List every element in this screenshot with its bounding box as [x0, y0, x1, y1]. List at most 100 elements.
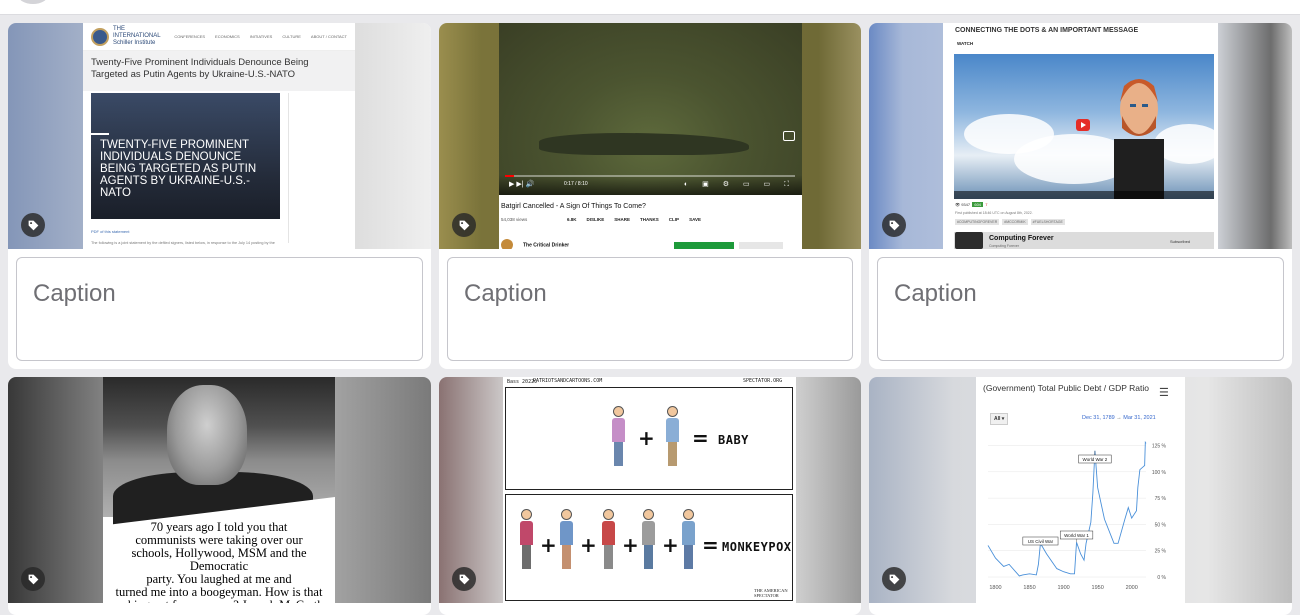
tag-button[interactable]: [882, 213, 906, 237]
range-label: All: [994, 416, 1001, 422]
site-nav: CONFERENCES ECONOMICS INITIATIVES CULTUR…: [174, 34, 347, 39]
tag-button[interactable]: [452, 213, 476, 237]
video-actions: 6.8K DISLIKE SHARE THANKS CLIP SAVE: [567, 217, 701, 222]
media-thumbnail[interactable]: ▶ ▶| 🔊 0:17 / 8:10 ◐ ▣ ⚙ ▭ ▭ ⛶ Batgirl C…: [439, 23, 861, 249]
tag-icon: [889, 574, 899, 584]
action-label: SAVE: [689, 217, 701, 222]
subscribe-button-shape: [739, 242, 783, 249]
date-range: Dec 31, 1789 → Mar 31, 2021: [1082, 415, 1156, 421]
nav-item: ABOUT / CONTACT: [310, 34, 347, 39]
video-frame: [954, 54, 1214, 199]
tag-icon: [459, 220, 469, 230]
plus-sign: +: [662, 533, 679, 557]
equals-sign: =: [702, 533, 719, 557]
downvote-count: 7: [985, 202, 988, 207]
avatar[interactable]: [18, 0, 48, 4]
meme-quote: 70 years ago I told you that communists …: [103, 521, 335, 604]
bottom-panel: + + + + = MONKEYPOX THE AMERICAN SPECTAT…: [505, 494, 793, 601]
video-time: 0:17 / 8:10: [564, 181, 588, 187]
video-views: 54,038 views: [501, 217, 527, 222]
y-tick-label: 25 %: [1155, 549, 1167, 555]
top-panel: + = BABY: [505, 387, 793, 490]
media-thumbnail[interactable]: THE INTERNATIONAL Schiller Institute CON…: [8, 23, 431, 249]
tag-icon: [459, 574, 469, 584]
date-from: Dec 31, 1789: [1082, 415, 1115, 421]
credit: THE AMERICAN SPECTATOR: [754, 588, 788, 598]
action-label: DISLIKE: [586, 217, 605, 222]
plus-sign: +: [638, 426, 655, 450]
caption-input[interactable]: Caption: [877, 257, 1284, 361]
x-tick-label: 1850: [1023, 585, 1035, 591]
caption-input[interactable]: Caption: [447, 257, 853, 361]
man-figure: [642, 509, 655, 569]
media-card-6[interactable]: (Government) Total Public Debt / GDP Rat…: [869, 377, 1292, 615]
photo-headline: TWENTY-FIVE PROMINENT INDIVIDUALS DENOUN…: [100, 139, 257, 199]
mccarthy-meme: 70 years ago I told you that communists …: [103, 377, 335, 603]
article-body: The following is a joint statement by th…: [91, 241, 275, 245]
media-card-5[interactable]: Bass 2022© PATRIOTSANDCARTOONS.COM SPECT…: [439, 377, 861, 615]
upvote-count: 604: [972, 202, 984, 207]
caption-placeholder: Caption: [894, 280, 977, 307]
video-frame: [499, 23, 802, 195]
man-figure: [682, 509, 695, 569]
tag-button[interactable]: [882, 567, 906, 591]
nav-item: INITIATIVES: [249, 34, 273, 39]
media-thumbnail[interactable]: Bass 2022© PATRIOTSANDCARTOONS.COM SPECT…: [439, 377, 861, 603]
player-settings-icons: ◐ ▣ ⚙ ▭ ▭ ⛶: [684, 181, 795, 188]
bottom-result: MONKEYPOX: [722, 540, 792, 554]
y-tick-label: 50 %: [1155, 522, 1167, 528]
y-tick-label: 100 %: [1152, 470, 1167, 476]
media-thumbnail[interactable]: (Government) Total Public Debt / GDP Rat…: [869, 377, 1292, 603]
channel-subtitle: Computing Forever: [989, 244, 1019, 248]
media-thumbnail[interactable]: CONNECTING THE DOTS & AN IMPORTANT MESSA…: [869, 23, 1292, 249]
debt-chart-screenshot: (Government) Total Public Debt / GDP Rat…: [976, 377, 1185, 603]
x-tick-label: 2000: [1126, 585, 1138, 591]
subscribed-label: Subscribed: [1170, 239, 1191, 244]
mccarthy-photo: [103, 377, 335, 532]
video-stats: 👁 9347 604 7: [955, 202, 988, 207]
woman-figure: [612, 406, 625, 466]
institute-name: THE INTERNATIONAL Schiller Institute: [113, 26, 161, 46]
man-figure: [520, 509, 533, 569]
man-figure: [560, 509, 573, 569]
media-card-4[interactable]: 70 years ago I told you that communists …: [8, 377, 431, 615]
equals-sign: =: [692, 426, 709, 450]
tag-icon: [28, 220, 38, 230]
top-result: BABY: [718, 433, 749, 447]
tag-button[interactable]: [21, 567, 45, 591]
like-count: 6.8K: [567, 217, 577, 222]
media-card-3[interactable]: CONNECTING THE DOTS & AN IMPORTANT MESSA…: [869, 23, 1292, 369]
media-thumbnail[interactable]: 70 years ago I told you that communists …: [8, 377, 431, 603]
tag-button[interactable]: [452, 567, 476, 591]
debt-line-chart: 0 % 25 % 50 % 75 % 100 % 125 % 1800 1850 1900 195…: [987, 440, 1167, 591]
media-card-1[interactable]: THE INTERNATIONAL Schiller Institute CON…: [8, 23, 431, 369]
x-tick-label: 1800: [989, 585, 1001, 591]
article-headline: Twenty-Five Prominent Individuals Denoun…: [83, 51, 355, 91]
watch-tab: WATCH: [957, 41, 974, 46]
video-progress: [505, 175, 795, 177]
hashtag: #MCCORMIK: [1002, 219, 1028, 225]
series-line: [987, 440, 1147, 577]
caption-input[interactable]: Caption: [16, 257, 423, 361]
nav-item: CONFERENCES: [174, 34, 206, 39]
views-count: 54,038 views: [501, 217, 528, 222]
x-tick-label: 1950: [1092, 585, 1104, 591]
tag-icon: [28, 574, 38, 584]
article-photo: TWENTY-FIVE PROMINENT INDIVIDUALS DENOUN…: [91, 93, 280, 219]
pdf-link: PDF of this statement: [91, 229, 130, 234]
media-card-2[interactable]: ▶ ▶| 🔊 0:17 / 8:10 ◐ ▣ ⚙ ▭ ▭ ⛶ Batgirl C…: [439, 23, 861, 369]
annotation-label: World War 2: [1083, 457, 1108, 462]
channel-name: The Critical Drinker: [523, 242, 570, 249]
date-to: Mar 31, 2021: [1123, 415, 1156, 421]
site-left: PATRIOTSANDCARTOONS.COM: [533, 378, 603, 384]
plus-sign: +: [580, 533, 597, 557]
hashtag: #FUELSHORTAGE: [1030, 219, 1065, 225]
plus-sign: +: [540, 533, 557, 557]
play-icon: ▶ ▶| 🔊: [509, 181, 535, 188]
hashtag: #COMPUTINGFOREVER: [955, 219, 1000, 225]
tag-button[interactable]: [21, 213, 45, 237]
action-label: THANKS: [640, 217, 659, 222]
video-page-screenshot: CONNECTING THE DOTS & AN IMPORTANT MESSA…: [943, 23, 1218, 249]
channel-avatar: [501, 239, 513, 249]
chart-title: (Government) Total Public Debt / GDP Rat…: [983, 383, 1149, 393]
